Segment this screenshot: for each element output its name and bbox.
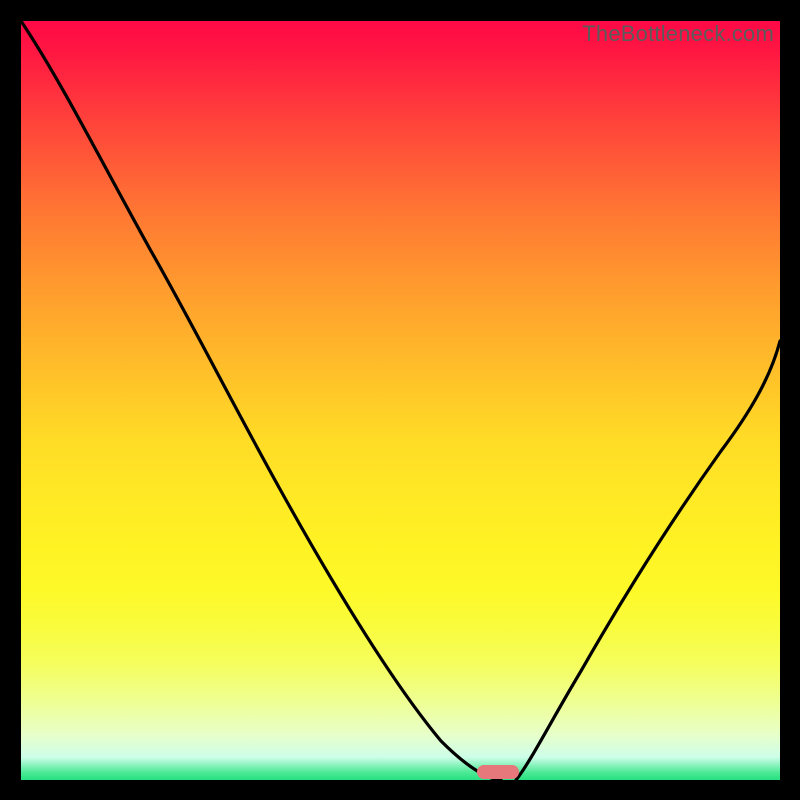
watermark-text: TheBottleneck.com bbox=[582, 21, 774, 47]
optimal-marker bbox=[477, 765, 519, 779]
plot-area: TheBottleneck.com bbox=[21, 21, 780, 780]
chart-frame: TheBottleneck.com bbox=[0, 0, 800, 800]
curve-left-path bbox=[21, 21, 501, 780]
bottleneck-curve bbox=[21, 21, 780, 780]
curve-right-path bbox=[516, 341, 780, 780]
